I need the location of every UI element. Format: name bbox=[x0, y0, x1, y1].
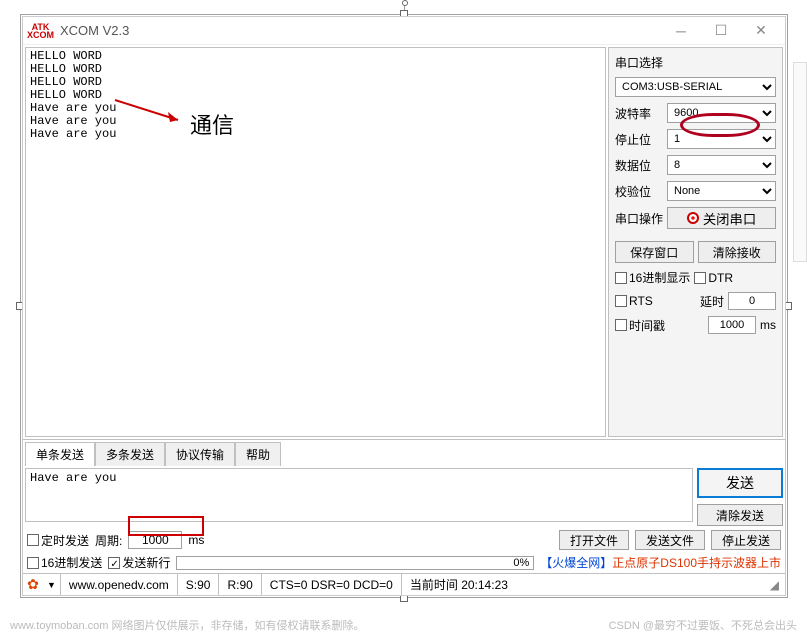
serial-panel: 串口选择 COM3:USB-SERIAL 波特率 9600 停止位 1 数据位 … bbox=[608, 47, 783, 437]
hex-send-label: 16进制发送 bbox=[41, 554, 102, 571]
close-port-button[interactable]: 关闭串口 bbox=[667, 207, 776, 229]
timed-row: 定时发送 周期: ms 打开文件 发送文件 停止发送 bbox=[23, 528, 785, 552]
upper-pane: HELLO WORD HELLO WORD HELLO WORD HELLO W… bbox=[23, 45, 785, 439]
parity-label: 校验位 bbox=[615, 183, 663, 200]
databits-label: 数据位 bbox=[615, 157, 663, 174]
scrollbar-fragment bbox=[793, 62, 807, 262]
footer-left: www.toymoban.com 网络图片仅供展示，非存储，如有侵权请联系删除。 bbox=[10, 617, 364, 633]
delay-label: 延时 bbox=[700, 293, 724, 310]
clear-receive-button[interactable]: 清除接收 bbox=[698, 241, 777, 263]
status-time: 当前时间 20:14:23 bbox=[402, 574, 516, 595]
open-file-button[interactable]: 打开文件 bbox=[559, 530, 629, 550]
progress-text: 0% bbox=[513, 557, 529, 569]
delay-input[interactable] bbox=[728, 292, 776, 310]
rotate-handle[interactable] bbox=[402, 0, 408, 6]
send-file-button[interactable]: 发送文件 bbox=[635, 530, 705, 550]
period-ms: ms bbox=[188, 533, 204, 547]
dtr-label: DTR bbox=[708, 271, 733, 285]
parity-select[interactable]: None bbox=[667, 181, 776, 201]
stopbits-label: 停止位 bbox=[615, 131, 663, 148]
logo-bot: XCOM bbox=[27, 31, 54, 39]
ad-link[interactable]: 【火爆全网】正点原子DS100手持示波器上市 bbox=[540, 554, 781, 571]
window-buttons: ─ ☐ ✕ bbox=[661, 18, 781, 44]
port-select[interactable]: COM3:USB-SERIAL bbox=[615, 77, 776, 97]
timestamp-checkbox[interactable]: 时间戳 bbox=[615, 317, 665, 334]
dropdown-icon[interactable]: ▼ bbox=[43, 580, 60, 590]
hex-display-checkbox[interactable]: 16进制显示 bbox=[615, 269, 690, 286]
app-window: ATK XCOM XCOM V2.3 ─ ☐ ✕ HELLO WORD HELL… bbox=[22, 16, 786, 596]
period-input[interactable] bbox=[128, 531, 182, 549]
tab-single-send[interactable]: 单条发送 bbox=[25, 442, 95, 466]
baud-label: 波特率 bbox=[615, 105, 663, 122]
send-textarea[interactable]: Have are you bbox=[25, 468, 693, 522]
newline-label: 发送新行 bbox=[122, 554, 170, 571]
save-window-button[interactable]: 保存窗口 bbox=[615, 241, 694, 263]
serial-op-label: 串口操作 bbox=[615, 210, 663, 227]
page-footer: www.toymoban.com 网络图片仅供展示，非存储，如有侵权请联系删除。… bbox=[0, 617, 807, 633]
annotation-label: 通信 bbox=[190, 108, 234, 140]
status-cts: CTS=0 DSR=0 DCD=0 bbox=[262, 574, 401, 595]
ad-prefix: 【火爆全网】 bbox=[540, 556, 612, 570]
hex-row: 16进制发送 发送新行 0% 【火爆全网】正点原子DS100手持示波器上市 bbox=[23, 552, 785, 573]
send-row: Have are you 发送 清除发送 bbox=[23, 466, 785, 528]
status-url[interactable]: www.openedv.com bbox=[61, 574, 177, 595]
hex-display-label: 16进制显示 bbox=[629, 269, 690, 286]
minimize-button[interactable]: ─ bbox=[661, 18, 701, 44]
content: HELLO WORD HELLO WORD HELLO WORD HELLO W… bbox=[23, 45, 785, 595]
maximize-button[interactable]: ☐ bbox=[701, 18, 741, 44]
close-window-button[interactable]: ✕ bbox=[741, 18, 781, 44]
gear-icon[interactable]: ✿ bbox=[23, 576, 43, 593]
tab-multi-send[interactable]: 多条发送 bbox=[95, 442, 165, 466]
serial-panel-title: 串口选择 bbox=[615, 54, 776, 71]
titlebar: ATK XCOM XCOM V2.3 ─ ☐ ✕ bbox=[23, 17, 785, 45]
resize-grip-icon[interactable]: ◢ bbox=[764, 578, 785, 592]
rts-label: RTS bbox=[629, 294, 653, 308]
send-buttons: 发送 清除发送 bbox=[697, 468, 783, 526]
ad-text: 正点原子DS100手持示波器上市 bbox=[612, 556, 781, 570]
newline-checkbox[interactable]: 发送新行 bbox=[108, 554, 170, 571]
clear-send-button[interactable]: 清除发送 bbox=[697, 504, 783, 526]
period-label: 周期: bbox=[95, 532, 122, 549]
baud-select[interactable]: 9600 bbox=[667, 103, 776, 123]
window-title: XCOM V2.3 bbox=[60, 23, 129, 38]
status-sent: S:90 bbox=[178, 574, 219, 595]
tab-help[interactable]: 帮助 bbox=[235, 442, 281, 466]
progress-bar: 0% bbox=[176, 556, 534, 570]
send-button[interactable]: 发送 bbox=[697, 468, 783, 498]
stopbits-select[interactable]: 1 bbox=[667, 129, 776, 149]
timed-send-label: 定时发送 bbox=[41, 532, 89, 549]
time-label: 当前时间 bbox=[410, 576, 458, 593]
timed-send-checkbox[interactable]: 定时发送 bbox=[27, 532, 89, 549]
status-bar: ✿ ▼ www.openedv.com S:90 R:90 CTS=0 DSR=… bbox=[23, 573, 785, 595]
tab-protocol[interactable]: 协议传输 bbox=[165, 442, 235, 466]
receive-textarea[interactable]: HELLO WORD HELLO WORD HELLO WORD HELLO W… bbox=[25, 47, 606, 437]
ms-label: ms bbox=[760, 318, 776, 332]
send-tabs: 单条发送 多条发送 协议传输 帮助 bbox=[23, 439, 785, 466]
timestamp-label: 时间戳 bbox=[629, 317, 665, 334]
timestamp-input[interactable] bbox=[708, 316, 756, 334]
footer-right: CSDN @最穷不过要饭、不死总会出头 bbox=[609, 617, 797, 633]
stop-send-button[interactable]: 停止发送 bbox=[711, 530, 781, 550]
dtr-checkbox[interactable]: DTR bbox=[694, 271, 733, 285]
close-port-label: 关闭串口 bbox=[703, 209, 756, 228]
status-recv: R:90 bbox=[219, 574, 260, 595]
record-icon bbox=[687, 212, 699, 224]
hex-send-checkbox[interactable]: 16进制发送 bbox=[27, 554, 102, 571]
app-logo: ATK XCOM bbox=[27, 23, 54, 39]
rts-checkbox[interactable]: RTS bbox=[615, 294, 653, 308]
time-value: 20:14:23 bbox=[461, 578, 508, 592]
databits-select[interactable]: 8 bbox=[667, 155, 776, 175]
